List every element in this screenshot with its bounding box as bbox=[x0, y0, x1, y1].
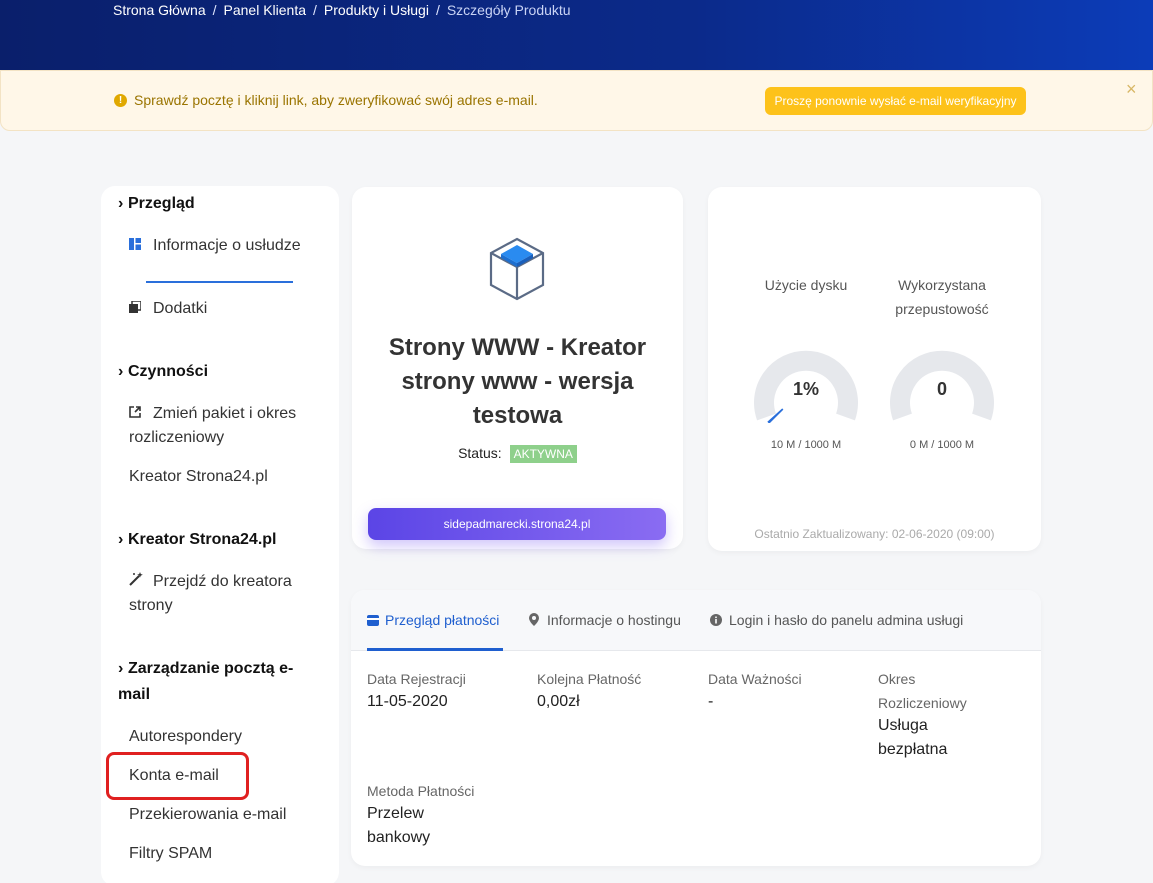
breadcrumb-client-panel[interactable]: Panel Klienta bbox=[224, 2, 307, 18]
sidebar-section-actions[interactable]: › Czynności bbox=[118, 359, 208, 385]
last-updated: Ostatnio Zaktualizowany: 02-06-2020 (09:… bbox=[754, 527, 995, 541]
bandwidth-value: 0 bbox=[936, 379, 947, 399]
alert-message: Sprawdź pocztę i kliknij link, aby zwery… bbox=[134, 92, 538, 108]
sidebar-item-spam-filters[interactable]: Filtry SPAM bbox=[129, 842, 319, 866]
field-label: Data Ważności bbox=[708, 671, 802, 687]
status-row: Status: AKTYWNA bbox=[352, 445, 683, 463]
sidebar-item-autoresponders[interactable]: Autorespondery bbox=[129, 725, 319, 749]
sidebar-section-builder[interactable]: › Kreator Strona24.pl bbox=[118, 527, 276, 553]
payment-card: Przegląd płatności Informacje o hostingu… bbox=[351, 590, 1041, 866]
breadcrumb-home[interactable]: Strona Główna bbox=[113, 2, 206, 18]
dashboard-icon bbox=[129, 234, 145, 250]
field-value: - bbox=[708, 693, 714, 710]
tab-payment-overview[interactable]: Przegląd płatności bbox=[367, 612, 499, 629]
status-badge: AKTYWNA bbox=[509, 445, 577, 463]
warning-icon: ! bbox=[114, 94, 127, 107]
sidebar-item-builder[interactable]: Kreator Strona24.pl bbox=[129, 465, 319, 489]
chevron-right-icon: › bbox=[118, 363, 124, 380]
field-label: Okres Rozliczeniowy bbox=[878, 671, 967, 711]
sidebar-section-overview[interactable]: › Przegląd bbox=[118, 191, 195, 217]
disk-usage-value: 1% bbox=[792, 379, 819, 399]
resend-verification-button[interactable]: Proszę ponownie wysłać e-mail weryfikacy… bbox=[765, 87, 1026, 115]
status-label: Status: bbox=[458, 445, 502, 461]
domain-button[interactable]: sidepadmarecki.strona24.pl bbox=[368, 508, 666, 540]
sidebar-item-change-plan[interactable]: Zmień pakiet i okres rozliczeniowy bbox=[129, 402, 319, 450]
close-icon[interactable]: × bbox=[1126, 79, 1137, 100]
highlight-box bbox=[106, 752, 249, 800]
usage-card: Użycie dysku Wykorzystana przepustowość … bbox=[708, 187, 1041, 551]
location-pin-icon bbox=[529, 613, 539, 629]
cube-icon bbox=[486, 235, 548, 308]
product-card: Strony WWW - Kreator strony www - wersja… bbox=[352, 187, 683, 549]
tabs-bar: Przegląd płatności Informacje o hostingu… bbox=[351, 590, 1041, 651]
tab-admin-credentials[interactable]: Login i hasło do panelu admina usługi bbox=[710, 612, 963, 629]
field-value: 0,00zł bbox=[537, 693, 580, 710]
info-icon bbox=[710, 613, 722, 629]
sidebar-item-email-forwarders[interactable]: Przekierowania e-mail bbox=[129, 803, 319, 827]
addons-icon bbox=[129, 297, 145, 313]
sidebar-item-addons[interactable]: Dodatki bbox=[129, 297, 319, 321]
disk-usage-label: Użycie dysku bbox=[764, 277, 848, 293]
field-value: 11-05-2020 bbox=[367, 693, 448, 710]
field-label: Metoda Płatności bbox=[367, 783, 475, 799]
chevron-right-icon: › bbox=[118, 660, 124, 677]
breadcrumb-products[interactable]: Produkty i Usługi bbox=[324, 2, 429, 18]
field-value: Przelew bankowy bbox=[367, 805, 431, 846]
sidebar-item-go-to-builder[interactable]: Przejdź do kreatora strony bbox=[129, 570, 319, 618]
breadcrumb: Strona Główna / Panel Klienta / Produkty i… bbox=[113, 2, 571, 18]
verify-email-alert: ! Sprawdź pocztę i kliknij link, aby zwe… bbox=[0, 70, 1153, 131]
chevron-right-icon: › bbox=[118, 195, 124, 212]
disk-usage-detail: 10 M / 1000 M bbox=[770, 439, 842, 451]
magic-wand-icon bbox=[129, 570, 145, 586]
sidebar-item-service-info[interactable]: Informacje o usłudze bbox=[129, 234, 319, 258]
bandwidth-detail: 0 M / 1000 M bbox=[909, 439, 975, 451]
field-value: Usługa bezpłatna bbox=[878, 717, 948, 758]
field-label: Data Rejestracji bbox=[367, 671, 466, 687]
tab-hosting-info[interactable]: Informacje o hostingu bbox=[529, 612, 681, 629]
active-tab-indicator bbox=[367, 648, 503, 651]
chevron-right-icon: › bbox=[118, 531, 124, 548]
active-indicator bbox=[146, 281, 293, 283]
breadcrumb-current: Szczegóły Produktu bbox=[446, 2, 571, 18]
card-icon bbox=[367, 613, 379, 629]
field-label: Kolejna Płatność bbox=[537, 671, 642, 687]
product-title: Strony WWW - Kreator strony www - wersja… bbox=[388, 334, 647, 429]
bandwidth-label: Wykorzystana przepustowość bbox=[895, 277, 989, 317]
sidebar-section-email[interactable]: › Zarządzanie pocztą e-mail bbox=[118, 656, 308, 708]
external-link-icon bbox=[129, 402, 145, 418]
disk-gauge-fill bbox=[767, 408, 784, 423]
